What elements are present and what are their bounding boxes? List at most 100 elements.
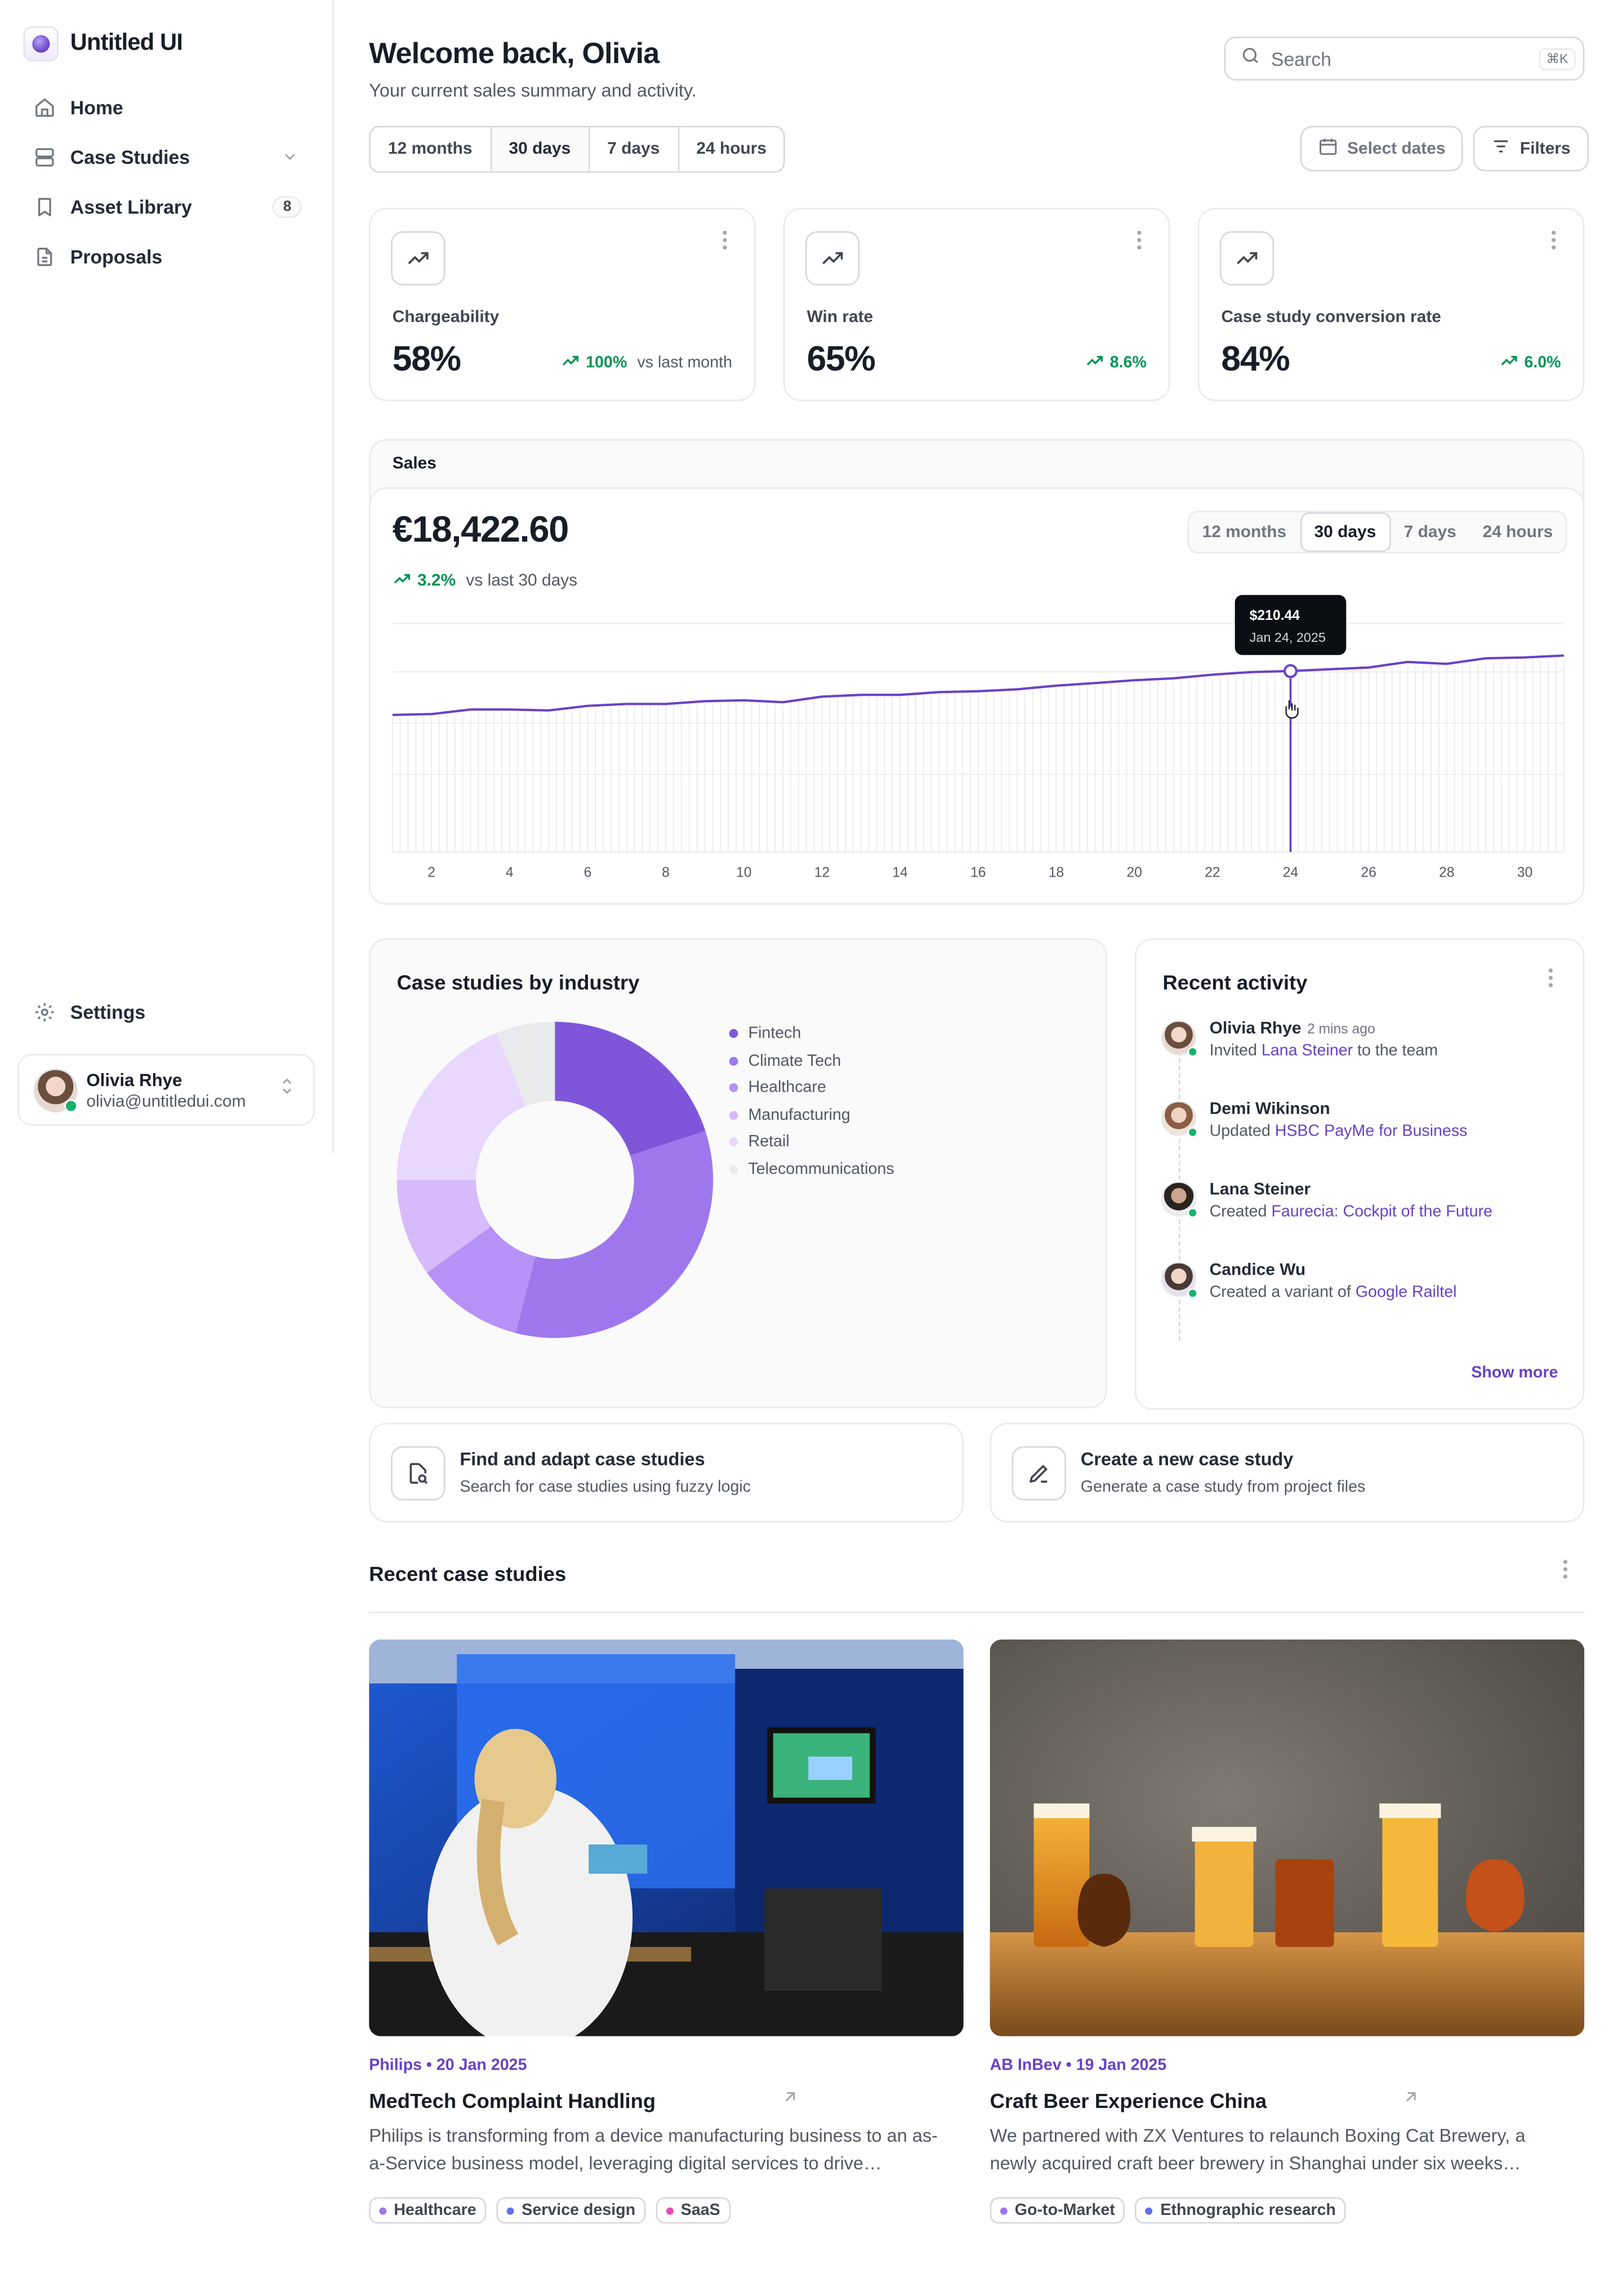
metric-value: 65% [806, 340, 876, 379]
trend-up-icon [1219, 231, 1274, 285]
more-vertical-icon[interactable] [1550, 230, 1556, 257]
sales-header: Sales [392, 455, 436, 473]
case-study-card[interactable]: Philips • 20 Jan 2025 MedTech Complaint … [369, 1640, 964, 2224]
show-more-link[interactable]: Show more [1471, 1364, 1558, 1382]
case-study-title[interactable]: MedTech Complaint Handling [369, 2089, 781, 2112]
case-study-desc: We partnered with ZX Ventures to relaunc… [990, 2125, 1526, 2173]
tag[interactable]: Go-to-Market [990, 2197, 1125, 2224]
metric-trend-value: 8.6% [1109, 354, 1147, 372]
case-study-card[interactable]: AB InBev • 19 Jan 2025 Craft Beer Experi… [990, 1640, 1585, 2224]
tag-dot [666, 2206, 674, 2214]
online-indicator [64, 1098, 78, 1112]
sales-chart-panel: €18,422.60 3.2% vs last 30 days 12 month… [369, 487, 1586, 906]
legend-swatch [729, 1083, 738, 1093]
sidebar-item-home[interactable]: Home [17, 82, 316, 132]
legend-item: Healthcare [729, 1074, 894, 1101]
chevron-selector-icon[interactable] [278, 1076, 298, 1104]
calendar-icon [1318, 136, 1338, 161]
arrow-up-right-icon[interactable] [1401, 2088, 1420, 2114]
industry-legend: Fintech Climate Tech Healthcare Manufacturi… [729, 1020, 894, 1183]
sidebar-item-proposals[interactable]: Proposals [17, 231, 316, 281]
more-vertical-icon[interactable] [1548, 968, 1553, 995]
tab-30-days[interactable]: 30 days [491, 127, 590, 172]
tag[interactable]: Ethnographic research [1135, 2197, 1347, 2224]
arrow-trend-up-icon [561, 351, 580, 375]
logo-icon [23, 26, 59, 62]
case-study-title[interactable]: Craft Beer Experience China [990, 2089, 1402, 2112]
avatar [1161, 1181, 1198, 1218]
tab-12-months[interactable]: 12 months [370, 127, 492, 172]
select-dates-button[interactable]: Select dates [1300, 126, 1463, 172]
create-case-study-card[interactable]: Create a new case study Generate a case … [990, 1423, 1585, 1522]
industry-card: Case studies by industry Fintech Climate … [369, 938, 1107, 1409]
activity-link[interactable]: HSBC PayMe for Business [1275, 1123, 1468, 1140]
tag[interactable]: Service design [497, 2197, 646, 2224]
more-vertical-icon[interactable] [722, 230, 728, 257]
activity-item[interactable]: Lana Steiner Created Faurecia: Cockpit o… [1161, 1181, 1571, 1221]
range-tabs: 12 months 30 days 7 days 24 hours [369, 126, 786, 173]
more-vertical-icon[interactable] [1562, 1559, 1568, 1587]
legend-item: Telecommunications [729, 1156, 894, 1183]
activity-link[interactable]: Google Railtel [1356, 1284, 1457, 1301]
activity-link[interactable]: Faurecia: Cockpit of the Future [1271, 1203, 1492, 1221]
brand[interactable]: Untitled UI [23, 26, 183, 62]
activity-user: Demi Wikinson [1209, 1101, 1330, 1119]
user-email: olivia@untitledui.com [86, 1092, 246, 1111]
sidebar-item-label: Home [70, 96, 123, 118]
metric-trend-note: vs last month [637, 354, 732, 372]
legend-swatch [729, 1137, 738, 1147]
sidebar-item-label: Case Studies [70, 145, 190, 168]
chevron-down-icon[interactable] [278, 145, 302, 168]
layers-icon [32, 145, 56, 168]
sidebar-item-settings[interactable]: Settings [17, 986, 316, 1036]
tab-7-days[interactable]: 7 days [590, 127, 679, 172]
donut-slice-climate-tech [515, 1131, 714, 1338]
arrow-trend-up-icon [1085, 351, 1104, 375]
sidebar-item-label: Proposals [70, 245, 163, 267]
x-tick-label: 30 [1517, 865, 1532, 880]
home-icon [32, 95, 56, 119]
sidebar-item-asset-library[interactable]: Asset Library 8 [17, 181, 316, 231]
metric-trend-value: 6.0% [1524, 354, 1561, 372]
x-tick-label: 26 [1361, 865, 1376, 880]
tag-label: Ethnographic research [1160, 2201, 1336, 2219]
account-card[interactable]: Olivia Rhye olivia@untitledui.com [17, 1053, 315, 1126]
count-badge: 8 [273, 195, 302, 218]
arrow-up-right-icon[interactable] [781, 2088, 800, 2114]
legend-swatch [729, 1164, 738, 1174]
more-vertical-icon[interactable] [1137, 230, 1142, 257]
industry-donut-chart[interactable] [379, 1004, 730, 1356]
find-case-studies-card[interactable]: Find and adapt case studies Search for c… [369, 1423, 964, 1522]
activity-action: Updated [1209, 1123, 1271, 1141]
legend-label: Manufacturing [748, 1106, 850, 1124]
trend-up-icon [805, 231, 860, 285]
activity-user: Candice Wu [1209, 1262, 1306, 1280]
sales-line-chart[interactable]: 2 4 6 8 10 12 14 16 18 20 22 24 26 28 30$210.44Jan 24,… [371, 489, 1586, 906]
legend-label: Climate Tech [748, 1052, 841, 1070]
tag[interactable]: SaaS [656, 2197, 730, 2224]
trend-up-icon [391, 231, 445, 285]
activity-item[interactable]: Demi Wikinson Updated HSBC PayMe for Bus… [1161, 1101, 1571, 1140]
activity-action: Created a variant of [1209, 1284, 1351, 1302]
legend-swatch [729, 1110, 738, 1120]
recent-activity-card: Recent activity Olivia Rhye 2 mins ago In… [1134, 938, 1585, 1410]
filters-button[interactable]: Filters [1473, 126, 1588, 172]
x-tick-label: 8 [662, 865, 670, 880]
activity-item[interactable]: Candice Wu Created a variant of Google R… [1161, 1262, 1571, 1301]
activity-link[interactable]: Lana Steiner [1262, 1042, 1353, 1060]
tab-24-hours[interactable]: 24 hours [679, 127, 785, 172]
avatar [1161, 1101, 1198, 1138]
search-box[interactable]: ⌘K [1224, 37, 1585, 81]
sales-card: Sales €18,422.60 3.2% vs last 30 days 12… [369, 439, 1586, 906]
action-title: Find and adapt case studies [460, 1449, 705, 1470]
tooltip-box [1235, 595, 1347, 655]
metric-label: Win rate [806, 309, 874, 327]
tag-label: Healthcare [394, 2201, 476, 2219]
activity-item[interactable]: Olivia Rhye 2 mins ago Invited Lana Stein… [1161, 1020, 1571, 1060]
sidebar-item-case-studies[interactable]: Case Studies [17, 132, 316, 181]
online-indicator [1187, 1208, 1198, 1218]
x-tick-label: 4 [506, 865, 514, 880]
tag[interactable]: Healthcare [369, 2197, 487, 2224]
search-input[interactable] [1271, 47, 1529, 70]
metric-trend-value: 100% [586, 354, 627, 372]
